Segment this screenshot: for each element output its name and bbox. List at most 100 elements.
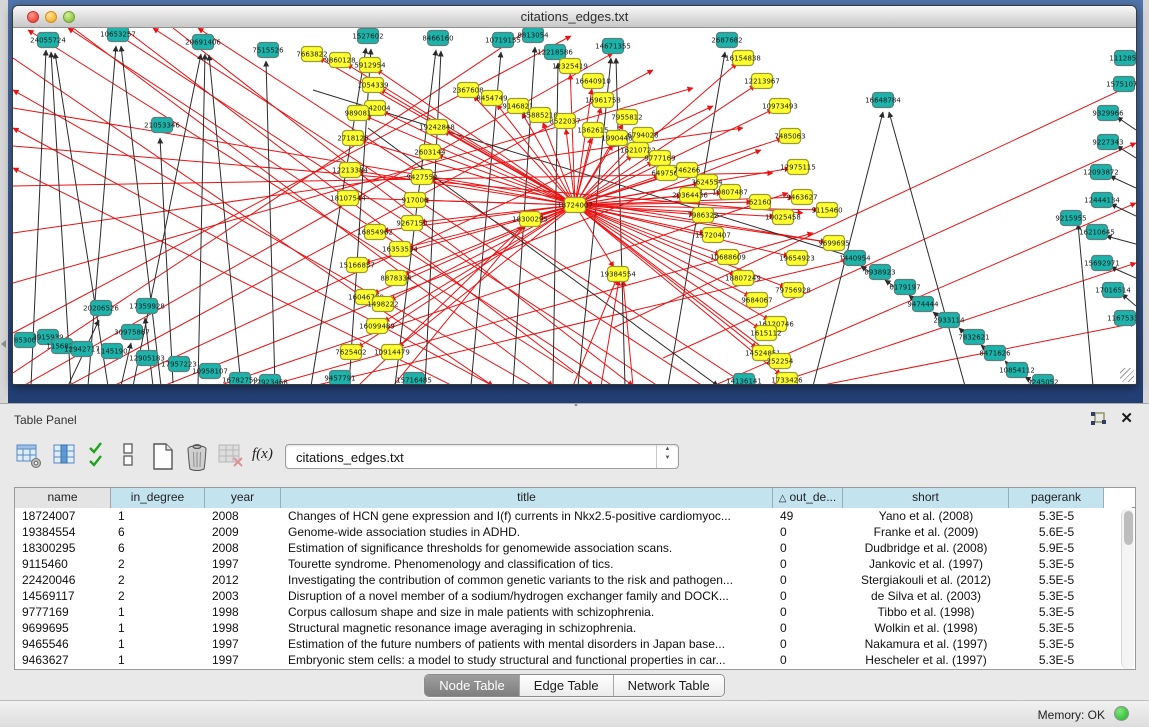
graph-node[interactable]: 16154838 bbox=[725, 51, 761, 66]
scrollbar-thumb[interactable] bbox=[1124, 511, 1133, 545]
table-row[interactable]: 1938455462009Genome-wide association stu… bbox=[15, 524, 1135, 540]
column-header-name[interactable]: name bbox=[15, 488, 111, 508]
table-row[interactable]: 977716911998Corpus callosum shape and si… bbox=[15, 604, 1135, 620]
graph-node[interactable]: 5912954 bbox=[354, 58, 386, 73]
graph-node[interactable]: 9427552 bbox=[406, 170, 437, 185]
trash-icon[interactable] bbox=[184, 442, 212, 472]
memory-ok-indicator-icon[interactable] bbox=[1114, 706, 1129, 721]
graph-node[interactable]: 9463627 bbox=[786, 190, 817, 205]
graph-node[interactable]: 1498222 bbox=[367, 297, 398, 312]
table-row[interactable]: 1456911722003Disruption of a novel membe… bbox=[15, 588, 1135, 604]
function-builder-icon[interactable]: f(x) bbox=[252, 446, 280, 476]
show-column-icon[interactable] bbox=[53, 442, 81, 472]
graph-node[interactable]: 12213967 bbox=[744, 74, 780, 89]
graph-node[interactable]: 252254 bbox=[767, 354, 794, 369]
column-header-in-degree[interactable]: in_degree bbox=[111, 488, 205, 508]
graph-node[interactable]: 9860128 bbox=[324, 53, 355, 68]
graph-node[interactable]: 16640910 bbox=[575, 74, 611, 89]
graph-node[interactable]: 17016514 bbox=[1095, 283, 1131, 298]
table-row[interactable]: 1830029562008Estimation of significance … bbox=[15, 540, 1135, 556]
graph-node[interactable]: 6179197 bbox=[889, 280, 920, 295]
graph-node[interactable]: 8466160 bbox=[422, 31, 453, 46]
graph-node[interactable]: 12975115 bbox=[780, 160, 816, 175]
graph-node[interactable]: 1054339 bbox=[357, 78, 388, 93]
tab-node-table[interactable]: Node Table bbox=[425, 675, 520, 696]
graph-node[interactable]: 10653257 bbox=[100, 28, 136, 42]
graph-node[interactable]: 9457791 bbox=[324, 371, 355, 385]
network-canvas-container[interactable]: 1872400724055724106532572069140675155261… bbox=[13, 28, 1136, 384]
select-rows-icon[interactable] bbox=[88, 442, 116, 472]
graph-node[interactable]: 15720407 bbox=[695, 228, 731, 243]
graph-node[interactable]: 9115460 bbox=[811, 203, 842, 218]
column-header-year[interactable]: year bbox=[205, 488, 281, 508]
graph-node[interactable]: 1145190 bbox=[96, 344, 127, 359]
graph-node[interactable]: 12218586 bbox=[537, 45, 573, 60]
new-document-icon[interactable] bbox=[150, 442, 178, 472]
window-titlebar[interactable]: citations_edges.txt bbox=[13, 6, 1136, 28]
graph-node[interactable]: 9245052 bbox=[1027, 375, 1058, 385]
graph-node[interactable]: 14671355 bbox=[595, 39, 631, 54]
graph-node[interactable]: 62160 bbox=[749, 195, 771, 210]
column-header-title[interactable]: title bbox=[281, 488, 773, 508]
graph-node[interactable]: 10025458 bbox=[765, 210, 801, 225]
graph-node[interactable]: 9699695 bbox=[818, 236, 849, 251]
graph-node[interactable]: 12905183 bbox=[129, 351, 165, 366]
graph-node[interactable]: 1527602 bbox=[352, 29, 383, 44]
graph-node[interactable]: 7515526 bbox=[252, 43, 284, 58]
graph-node[interactable]: 2933114 bbox=[933, 313, 965, 328]
tab-edge-table[interactable]: Edge Table bbox=[520, 675, 614, 696]
graph-node[interactable]: 1440954 bbox=[839, 251, 871, 266]
graph-node[interactable]: 2603144 bbox=[414, 145, 446, 160]
graph-node[interactable]: 989081 bbox=[345, 106, 372, 121]
graph-node[interactable]: 12444134 bbox=[1084, 193, 1120, 208]
graph-node[interactable]: 20206526 bbox=[83, 301, 119, 316]
graph-node[interactable]: 15751074 bbox=[1106, 77, 1136, 92]
graph-node[interactable]: 19654923 bbox=[779, 251, 815, 266]
graph-node[interactable]: 2687682 bbox=[711, 33, 742, 48]
row-squares-icon[interactable] bbox=[120, 442, 148, 472]
table-row[interactable]: 911546021997Tourette syndrome. Phenomeno… bbox=[15, 556, 1135, 572]
graph-node[interactable]: 7986322 bbox=[687, 208, 718, 223]
graph-node[interactable]: 8938923 bbox=[864, 265, 895, 280]
graph-node[interactable]: 16099489 bbox=[359, 319, 395, 334]
graph-node[interactable]: 11675334 bbox=[1107, 311, 1136, 326]
table-row[interactable]: 2242004622012Investigating the contribut… bbox=[15, 572, 1135, 588]
graph-node[interactable]: 9267150 bbox=[396, 216, 427, 231]
graph-node[interactable]: 9215955 bbox=[1055, 211, 1086, 226]
column-header-short[interactable]: short bbox=[843, 488, 1009, 508]
graph-node[interactable]: 30975867 bbox=[114, 325, 150, 340]
graph-node[interactable]: 10854112 bbox=[999, 363, 1035, 378]
table-vertical-scrollbar[interactable] bbox=[1121, 509, 1134, 669]
window-resize-grip[interactable] bbox=[1120, 368, 1134, 382]
graph-node[interactable]: 7955812 bbox=[611, 110, 642, 125]
graph-node[interactable]: 8471626 bbox=[979, 346, 1011, 361]
graph-node[interactable]: 8813054 bbox=[517, 28, 549, 43]
graph-node[interactable]: 6794028 bbox=[627, 128, 658, 143]
graph-node[interactable]: 19384554 bbox=[600, 267, 636, 282]
table-settings-icon[interactable] bbox=[16, 442, 44, 472]
graph-node[interactable]: 1733426 bbox=[771, 373, 803, 385]
table-row[interactable]: 946362711997Embryonic stem cells: a mode… bbox=[15, 652, 1135, 668]
graph-node[interactable]: 10973493 bbox=[762, 99, 798, 114]
graph-node[interactable]: 7485063 bbox=[774, 129, 805, 144]
graph-node[interactable]: 9227343 bbox=[1092, 135, 1123, 150]
graph-node[interactable]: 1615112 bbox=[750, 326, 781, 341]
graph-node[interactable]: 10914479 bbox=[374, 345, 410, 360]
graph-node[interactable]: 9474444 bbox=[907, 297, 939, 312]
column-header-pagerank[interactable]: pagerank bbox=[1009, 488, 1104, 508]
tab-network-table[interactable]: Network Table bbox=[614, 675, 724, 696]
graph-node[interactable]: 17359928 bbox=[129, 299, 165, 314]
graph-node[interactable]: 7832621 bbox=[958, 330, 989, 345]
panel-collapse-handle[interactable] bbox=[1, 340, 6, 348]
table-row[interactable]: 969969511998Structural magnetic resonanc… bbox=[15, 620, 1135, 636]
close-panel-icon[interactable]: ✕ bbox=[1120, 409, 1133, 427]
graph-node[interactable]: 15166857 bbox=[339, 258, 375, 273]
column-header-out-de-[interactable]: △out_de... bbox=[773, 488, 843, 508]
float-panel-icon[interactable] bbox=[1089, 411, 1107, 427]
table-selector-dropdown[interactable]: citations_edges.txt ▲▼ bbox=[285, 444, 679, 469]
graph-node[interactable]: 15716485 bbox=[396, 373, 432, 385]
graph-node[interactable]: 9777169 bbox=[644, 151, 675, 166]
graph-node[interactable]: 20691406 bbox=[185, 35, 221, 50]
network-canvas[interactable]: 1872400724055724106532572069140675155261… bbox=[13, 28, 1136, 384]
graph-node[interactable]: 9684067 bbox=[741, 293, 772, 308]
